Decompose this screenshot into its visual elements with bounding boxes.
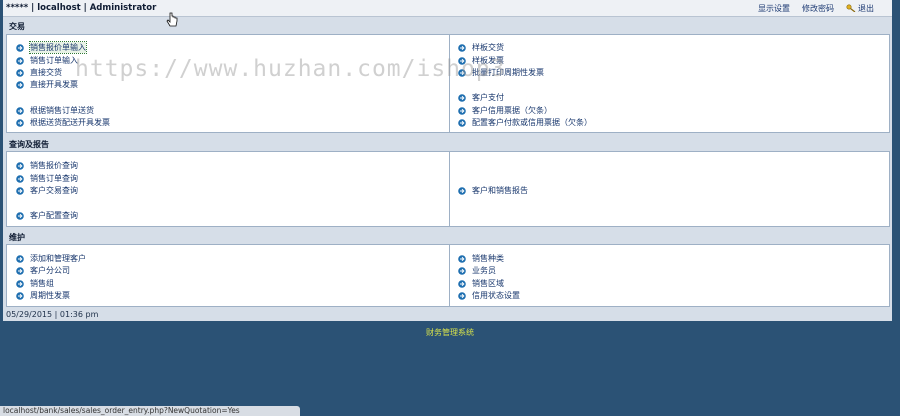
sales-types-link[interactable]: 销售种类 <box>458 253 504 264</box>
logout-label: 退出 <box>858 4 874 13</box>
section-title-inquiries-reports: 查询及报告 <box>9 140 49 149</box>
sales-quotation-entry-link[interactable]: 销售报价单输入 <box>16 41 87 54</box>
item-label: 销售区域 <box>472 279 504 288</box>
add-manage-customers-link[interactable]: 添加和管理客户 <box>16 253 86 264</box>
item-label: 销售报价单输入 <box>29 41 87 54</box>
sales-order-entry-link[interactable]: 销售订单输入 <box>16 55 78 66</box>
credit-status-setup-link[interactable]: 信用状态设置 <box>458 290 520 301</box>
arrow-right-icon <box>458 279 466 288</box>
item-label: 客户交易查询 <box>30 186 78 195</box>
arrow-right-icon <box>458 254 466 263</box>
inquiries-right-panel: 客户和销售报告 <box>449 151 890 227</box>
top-links: 显示设置 修改密码 退出 <box>758 3 874 14</box>
item-label: 周期性发票 <box>30 291 70 300</box>
order-inquiry-link[interactable]: 销售订单查询 <box>16 173 78 184</box>
item-label: 直接交货 <box>30 68 62 77</box>
item-label: 根据送货配送开具发票 <box>30 118 110 127</box>
transactions-right-panel: 样板交货 样板发票 批量打印周期性发票 客户支付 客户信用票据（欠条） 配置客户… <box>449 34 890 133</box>
sales-persons-link[interactable]: 业务员 <box>458 265 496 276</box>
item-label: 客户支付 <box>472 93 504 102</box>
item-label: 销售组 <box>30 279 54 288</box>
main-frame: ***** | localhost | Administrator 显示设置 修… <box>3 0 892 321</box>
item-label: 信用状态设置 <box>472 291 520 300</box>
arrow-right-icon <box>16 56 24 65</box>
logout-link[interactable]: 退出 <box>846 3 874 14</box>
maintenance-left-panel: 添加和管理客户 客户分公司 销售组 周期性发票 <box>6 244 450 307</box>
display-settings-link[interactable]: 显示设置 <box>758 3 790 14</box>
customer-credit-notes-link[interactable]: 客户信用票据（欠条） <box>458 105 552 116</box>
hand-cursor-icon <box>166 12 178 27</box>
key-icon <box>846 4 856 12</box>
item-label: 批量打印周期性发票 <box>472 68 544 77</box>
arrow-right-icon <box>16 43 24 52</box>
arrow-right-icon <box>16 161 24 170</box>
arrow-right-icon <box>458 186 466 195</box>
direct-delivery-link[interactable]: 直接交货 <box>16 67 62 78</box>
template-delivery-link[interactable]: 样板交货 <box>458 42 504 53</box>
batch-print-recurring-invoices-link[interactable]: 批量打印周期性发票 <box>458 67 544 78</box>
footer-title: 财务管理系统 <box>426 328 474 337</box>
item-label: 销售种类 <box>472 254 504 263</box>
page-title: ***** | localhost | Administrator <box>6 3 157 13</box>
invoice-against-delivery-link[interactable]: 根据送货配送开具发票 <box>16 117 110 128</box>
arrow-right-icon <box>16 186 24 195</box>
arrow-right-icon <box>16 80 24 89</box>
customer-branches-link[interactable]: 客户分公司 <box>16 265 70 276</box>
deliver-against-order-link[interactable]: 根据销售订单送货 <box>16 105 94 116</box>
change-password-link[interactable]: 修改密码 <box>802 3 834 14</box>
arrow-right-icon <box>458 56 466 65</box>
customer-allocation-inquiry-link[interactable]: 客户配置查询 <box>16 210 78 221</box>
browser-status-url: localhost/bank/sales/sales_order_entry.p… <box>0 406 300 416</box>
item-label: 客户和销售报告 <box>472 186 528 195</box>
inquiries-left-panel: 销售报价查询 销售订单查询 客户交易查询 客户配置查询 <box>6 151 450 227</box>
customer-sales-reports-link[interactable]: 客户和销售报告 <box>458 185 528 196</box>
item-label: 销售订单输入 <box>30 56 78 65</box>
arrow-right-icon <box>16 106 24 115</box>
item-label: 业务员 <box>472 266 496 275</box>
item-label: 添加和管理客户 <box>30 254 86 263</box>
item-label: 配置客户付款或信用票据（欠条） <box>472 118 592 127</box>
section-title-maintenance: 维护 <box>9 233 25 242</box>
item-label: 样板发票 <box>472 56 504 65</box>
direct-invoice-link[interactable]: 直接开具发票 <box>16 79 78 90</box>
transactions-left-panel: 销售报价单输入 销售订单输入 直接交货 直接开具发票 根据销售订单送货 根据送货… <box>6 34 450 133</box>
arrow-right-icon <box>16 254 24 263</box>
quotation-inquiry-link[interactable]: 销售报价查询 <box>16 160 78 171</box>
allocate-payments-link[interactable]: 配置客户付款或信用票据（欠条） <box>458 117 592 128</box>
top-bar: ***** | localhost | Administrator 显示设置 修… <box>3 0 892 27</box>
item-label: 客户配置查询 <box>30 211 78 220</box>
arrow-right-icon <box>458 93 466 102</box>
arrow-right-icon <box>16 68 24 77</box>
arrow-right-icon <box>458 106 466 115</box>
item-label: 客户分公司 <box>30 266 70 275</box>
arrow-right-icon <box>458 43 466 52</box>
arrow-right-icon <box>458 68 466 77</box>
arrow-right-icon <box>16 279 24 288</box>
recurring-invoices-link[interactable]: 周期性发票 <box>16 290 70 301</box>
customer-payments-link[interactable]: 客户支付 <box>458 92 504 103</box>
section-title-transactions: 交易 <box>9 22 25 31</box>
arrow-right-icon <box>16 174 24 183</box>
item-label: 根据销售订单送货 <box>30 106 94 115</box>
template-invoice-link[interactable]: 样板发票 <box>458 55 504 66</box>
item-label: 销售报价查询 <box>30 161 78 170</box>
customer-transaction-inquiry-link[interactable]: 客户交易查询 <box>16 185 78 196</box>
date-time-status: 05/29/2015 | 01:36 pm <box>6 310 99 319</box>
arrow-right-icon <box>16 291 24 300</box>
sales-groups-link[interactable]: 销售组 <box>16 278 54 289</box>
arrow-right-icon <box>458 266 466 275</box>
arrow-right-icon <box>458 118 466 127</box>
item-label: 销售订单查询 <box>30 174 78 183</box>
item-label: 样板交货 <box>472 43 504 52</box>
arrow-right-icon <box>16 266 24 275</box>
item-label: 直接开具发票 <box>30 80 78 89</box>
maintenance-right-panel: 销售种类 业务员 销售区域 信用状态设置 <box>449 244 890 307</box>
item-label: 客户信用票据（欠条） <box>472 106 552 115</box>
sales-areas-link[interactable]: 销售区域 <box>458 278 504 289</box>
arrow-right-icon <box>458 291 466 300</box>
arrow-right-icon <box>16 211 24 220</box>
arrow-right-icon <box>16 118 24 127</box>
